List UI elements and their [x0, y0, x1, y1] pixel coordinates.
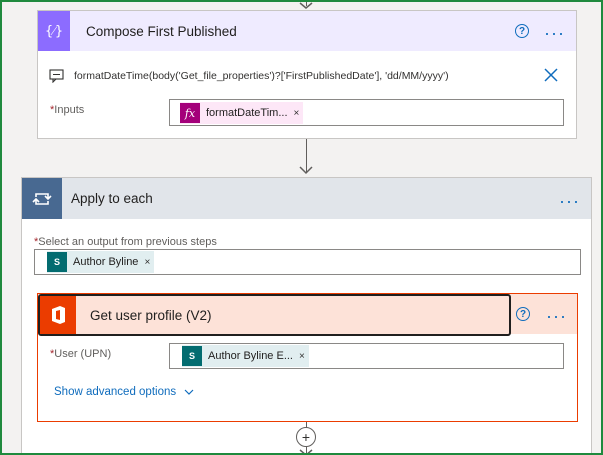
user-upn-label-text: User (UPN) — [54, 348, 112, 360]
compose-header[interactable]: {⁄} Compose First Published — [38, 11, 576, 51]
office-icon — [40, 296, 76, 334]
close-icon[interactable] — [544, 68, 558, 82]
apply-to-each-card[interactable]: Apply to each ··· *Select an output from… — [21, 177, 592, 453]
select-output-label: *Select an output from previous steps — [34, 236, 217, 248]
arrow-down-icon — [299, 2, 313, 9]
sharepoint-icon: S — [47, 252, 67, 272]
select-output-field[interactable]: S Author Byline × — [34, 249, 581, 275]
user-upn-label: *User (UPN) — [50, 348, 111, 360]
chevron-down-icon — [184, 389, 194, 395]
user-upn-field[interactable]: S Author Byline E... × — [169, 343, 564, 369]
inputs-label-text: Inputs — [54, 104, 85, 116]
author-byline-email-token[interactable]: S Author Byline E... × — [182, 345, 309, 367]
get-user-profile-title: Get user profile (V2) — [90, 307, 212, 323]
comment-icon — [49, 69, 64, 83]
get-user-profile-title-box[interactable]: Get user profile (V2) — [38, 294, 511, 336]
arrow-down-icon — [299, 449, 313, 453]
more-options-button[interactable]: ··· — [559, 192, 580, 210]
inputs-field[interactable]: fx formatDateTim... × — [169, 99, 564, 126]
author-byline-token[interactable]: S Author Byline × — [47, 251, 155, 273]
loop-icon — [22, 178, 62, 219]
expression-token[interactable]: fx formatDateTim... × — [180, 102, 304, 124]
add-step-button[interactable]: + — [296, 427, 316, 447]
help-icon[interactable]: ? — [516, 307, 530, 321]
expression-comment[interactable]: formatDateTime(body('Get_file_properties… — [74, 70, 449, 82]
function-icon: fx — [180, 103, 200, 123]
remove-token-icon[interactable]: × — [299, 351, 309, 362]
arrow-down-icon — [299, 166, 313, 175]
apply-to-each-title: Apply to each — [71, 191, 153, 206]
flow-designer-canvas: {⁄} Compose First Published ? ··· format… — [0, 0, 603, 455]
expression-token-label: formatDateTim... — [206, 107, 288, 119]
author-byline-email-token-label: Author Byline E... — [208, 350, 293, 362]
compose-title: Compose First Published — [86, 23, 237, 39]
compose-action-card[interactable]: {⁄} Compose First Published ? ··· format… — [37, 10, 577, 139]
sharepoint-icon: S — [182, 346, 202, 366]
more-options-button[interactable]: ··· — [546, 307, 567, 325]
select-output-label-text: Select an output from previous steps — [38, 236, 217, 248]
remove-token-icon[interactable]: × — [294, 108, 304, 119]
get-user-profile-card[interactable]: Get user profile (V2) ? ··· *User (UPN) … — [37, 293, 578, 422]
more-options-button[interactable]: ··· — [544, 24, 565, 42]
inputs-label: *Inputs — [50, 104, 84, 116]
show-advanced-options-link[interactable]: Show advanced options — [54, 386, 194, 398]
curly-braces-icon: {⁄} — [38, 11, 70, 51]
apply-to-each-header[interactable]: Apply to each — [22, 178, 591, 219]
help-icon[interactable]: ? — [515, 24, 529, 38]
author-byline-token-label: Author Byline — [73, 256, 139, 268]
remove-token-icon[interactable]: × — [144, 257, 154, 268]
show-advanced-options-label[interactable]: Show advanced options — [54, 386, 176, 398]
